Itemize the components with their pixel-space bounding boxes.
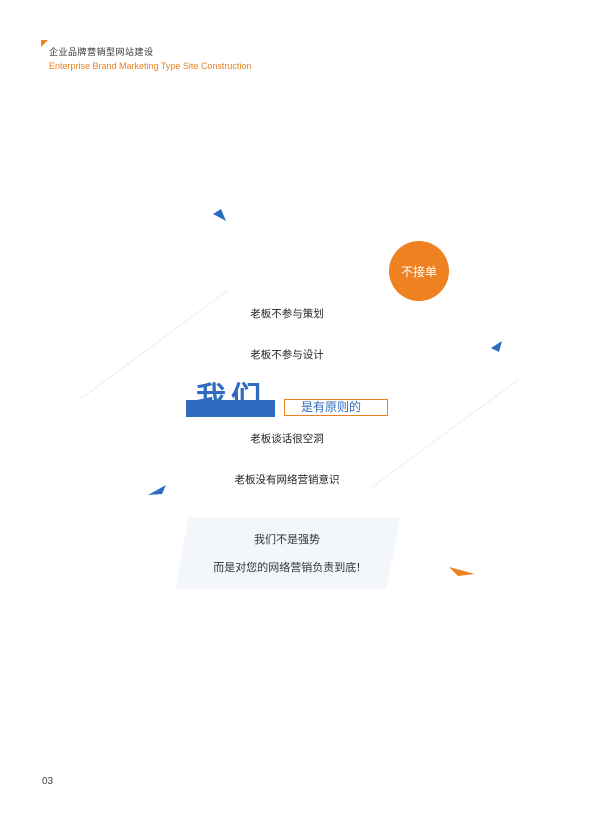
blue-triangle-icon (213, 209, 226, 221)
page-number: 03 (42, 776, 54, 787)
closing-line-2: 而是对您的网络营销负责到底! (213, 561, 361, 574)
statement-1: 老板不参与策划 (250, 308, 324, 320)
blue-triangle-icon (491, 341, 502, 352)
principle-box: 是有原则的 (284, 399, 388, 416)
badge-label: 不接单 (400, 264, 437, 279)
we-heading: 我们 (186, 381, 277, 417)
statement-2: 老板不参与设计 (250, 349, 324, 361)
deco-line (371, 379, 519, 488)
corner-mark-icon (41, 40, 48, 47)
statement-4: 老板没有网络营销意识 (234, 474, 340, 486)
blue-triangle-icon (148, 485, 166, 495)
header-title-cn: 企业品牌营销型网站建设 (49, 48, 154, 58)
statement-3: 老板谈话很空洞 (250, 433, 324, 445)
no-orders-badge: 不接单 (389, 241, 449, 301)
closing-line-1: 我们不是强势 (254, 533, 320, 546)
we-heading-text: 我们 (196, 381, 266, 416)
closing-panel (175, 518, 400, 589)
header-title-en: Enterprise Brand Marketing Type Site Con… (49, 61, 252, 71)
orange-triangle-icon (449, 567, 475, 576)
